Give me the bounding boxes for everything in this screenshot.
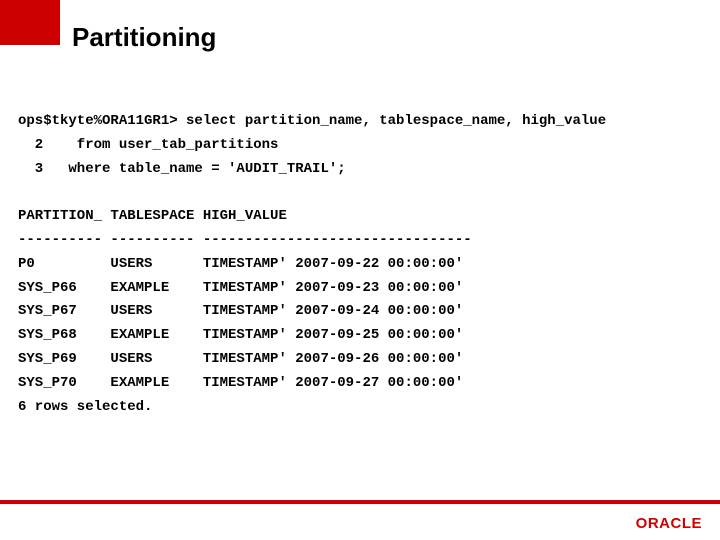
footer-bar bbox=[0, 500, 720, 504]
result-row: SYS_P68 EXAMPLE TIMESTAMP' 2007-09-25 00… bbox=[18, 327, 463, 343]
slide-title: Partitioning bbox=[72, 22, 216, 53]
rows-selected: 6 rows selected. bbox=[18, 399, 152, 415]
oracle-logo: ORACLE bbox=[636, 515, 702, 532]
result-row: SYS_P70 EXAMPLE TIMESTAMP' 2007-09-27 00… bbox=[18, 375, 463, 391]
brand-block bbox=[0, 0, 60, 45]
result-divider: ---------- ---------- ------------------… bbox=[18, 232, 472, 248]
result-row: SYS_P66 EXAMPLE TIMESTAMP' 2007-09-23 00… bbox=[18, 280, 463, 296]
result-row: SYS_P69 USERS TIMESTAMP' 2007-09-26 00:0… bbox=[18, 351, 463, 367]
sql-output: ops$tkyte%ORA11GR1> select partition_nam… bbox=[18, 110, 702, 419]
sql-prompt-line: ops$tkyte%ORA11GR1> select partition_nam… bbox=[18, 113, 606, 129]
result-row: SYS_P67 USERS TIMESTAMP' 2007-09-24 00:0… bbox=[18, 303, 463, 319]
sql-line-2: 2 from user_tab_partitions bbox=[18, 137, 278, 153]
result-row: P0 USERS TIMESTAMP' 2007-09-22 00:00:00' bbox=[18, 256, 463, 272]
sql-line-3: 3 where table_name = 'AUDIT_TRAIL'; bbox=[18, 161, 346, 177]
result-header: PARTITION_ TABLESPACE HIGH_VALUE bbox=[18, 208, 287, 224]
